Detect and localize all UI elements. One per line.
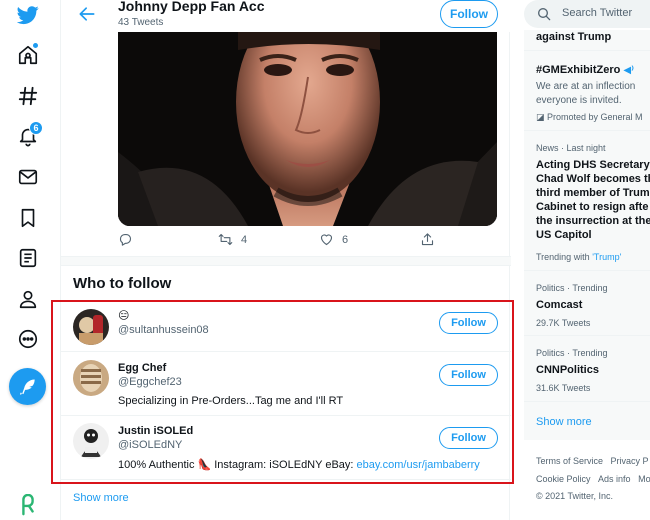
trending-with-label: Trending with <box>536 252 593 262</box>
cookie-link[interactable]: Cookie Policy <box>536 474 591 484</box>
trend-meta: Politics · Trending <box>536 283 608 293</box>
follow-suggestion[interactable]: 😑 @sultanhussein08 Follow <box>61 302 511 352</box>
trend-count: 29.7K Tweets <box>536 318 591 328</box>
promo-desc-line: We are at an inflection <box>536 81 636 92</box>
news-headline-line[interactable]: US Capitol <box>536 228 592 242</box>
avatar[interactable] <box>73 423 109 459</box>
trend-meta: Politics · Trending <box>536 348 608 358</box>
promoted-by: Promoted by General M <box>547 112 643 122</box>
divider <box>524 130 650 131</box>
news-headline-line[interactable]: Chad Wolf becomes th <box>536 172 650 186</box>
trend-tail[interactable]: against Trump <box>536 30 611 44</box>
account-avatar-icon[interactable] <box>13 490 43 520</box>
speaker-icon: ◀︎⁾ <box>623 65 634 76</box>
copyright: © 2021 Twitter, Inc. <box>536 491 614 501</box>
left-nav: 6 <box>0 0 56 520</box>
promoted-label: ◪ Promoted by General M <box>536 112 643 123</box>
trends-panel: against Trump #GMExhibitZero ◀︎⁾ We are … <box>524 30 650 440</box>
suggestion-name[interactable]: Justin iSOLEd <box>118 425 193 437</box>
header-follow-button[interactable]: Follow <box>440 0 498 28</box>
bookmarks-icon[interactable] <box>13 203 43 233</box>
divider <box>524 401 650 402</box>
promoted-trend[interactable]: #GMExhibitZero ◀︎⁾ <box>536 63 634 78</box>
notification-badge: 6 <box>29 121 43 135</box>
privacy-link[interactable]: Privacy P <box>611 456 649 466</box>
news-headline-line[interactable]: Cabinet to resign afte <box>536 200 648 214</box>
profile-name: Johnny Depp Fan Acc <box>118 0 265 14</box>
suggestion-handle: @iSOLEdNY <box>118 439 183 451</box>
footer-line: Terms of Service Privacy P <box>536 456 649 466</box>
retweet-count: 4 <box>241 233 248 246</box>
trends-show-more[interactable]: Show more <box>536 416 592 428</box>
divider <box>524 270 650 271</box>
suggestion-bio: Specializing in Pre-Orders...Tag me and … <box>118 395 344 407</box>
bio-link[interactable]: ebay.com/usr/jambaberry <box>357 459 480 471</box>
compose-tweet-button[interactable] <box>9 368 46 405</box>
trending-with: Trending with 'Trump' <box>536 252 621 262</box>
news-headline-line[interactable]: Acting DHS Secretary <box>536 158 650 172</box>
trending-with-link[interactable]: 'Trump' <box>592 252 621 262</box>
right-sidebar: against Trump #GMExhibitZero ◀︎⁾ We are … <box>524 0 650 520</box>
avatar[interactable] <box>73 309 109 345</box>
ads-info-link[interactable]: Ads info <box>598 474 631 484</box>
tweet-actions: 4 6 <box>61 232 511 252</box>
feather-icon <box>19 379 35 395</box>
share-button[interactable] <box>420 232 435 247</box>
notifications-icon[interactable]: 6 <box>13 121 43 151</box>
who-to-follow-show-more[interactable]: Show more <box>73 492 129 504</box>
main-column: Johnny Depp Fan Acc 43 Tweets Follow 4 6… <box>60 0 511 520</box>
heart-icon <box>320 234 333 246</box>
follow-suggestion[interactable]: Egg Chef @Eggchef23 Specializing in Pre-… <box>61 352 511 416</box>
search-icon <box>538 8 551 21</box>
home-icon[interactable] <box>13 40 43 70</box>
back-arrow-icon[interactable] <box>77 4 97 24</box>
lists-icon[interactable] <box>13 243 43 273</box>
section-divider <box>61 256 511 266</box>
retweet-button[interactable]: 4 <box>218 232 247 247</box>
suggestion-handle: @sultanhussein08 <box>118 324 209 336</box>
suggestion-name[interactable]: 😑 <box>118 309 129 322</box>
avatar[interactable] <box>73 360 109 396</box>
explore-icon[interactable] <box>13 81 43 111</box>
divider <box>524 335 650 336</box>
reply-icon <box>119 233 132 246</box>
twitter-logo-icon[interactable] <box>13 0 43 30</box>
trend-count: 31.6K Tweets <box>536 383 591 393</box>
news-meta: News · Last night <box>536 143 606 153</box>
promoted-icon: ◪ <box>536 112 548 122</box>
search-input[interactable]: Search Twitter <box>562 7 632 19</box>
suggestion-handle: @Eggchef23 <box>118 376 182 388</box>
follow-button[interactable]: Follow <box>439 427 498 449</box>
home-unread-dot <box>32 42 39 49</box>
follow-suggestion[interactable]: Justin iSOLEd @iSOLEdNY 100% Authentic 👠… <box>61 416 511 480</box>
suggestion-name[interactable]: Egg Chef <box>118 362 166 374</box>
more-link[interactable]: More <box>638 474 650 484</box>
terms-link[interactable]: Terms of Service <box>536 456 603 466</box>
follow-button[interactable]: Follow <box>439 312 498 334</box>
suggestion-bio: 100% Authentic 👠 Instagram: iSOLEdNY eBa… <box>118 458 480 471</box>
trend-name[interactable]: Comcast <box>536 298 582 312</box>
suggestion-bio-text: 100% Authentic 👠 Instagram: iSOLEdNY eBa… <box>118 459 357 471</box>
like-button[interactable]: 6 <box>319 232 348 247</box>
promo-desc-line: everyone is invited. <box>536 95 622 106</box>
who-to-follow-title: Who to follow <box>73 275 172 292</box>
tweet-photo[interactable] <box>118 32 497 226</box>
divider <box>524 50 650 51</box>
tweet-count: 43 Tweets <box>118 17 164 28</box>
promoted-hashtag: #GMExhibitZero <box>536 64 621 76</box>
footer-line: Cookie Policy Ads info More <box>536 474 650 484</box>
reply-button[interactable] <box>118 232 133 247</box>
retweet-icon <box>218 233 233 246</box>
news-headline-line[interactable]: the insurrection at the <box>536 214 650 228</box>
profile-icon[interactable] <box>13 284 43 314</box>
share-icon <box>421 233 434 246</box>
news-headline-line[interactable]: third member of Trum <box>536 186 650 200</box>
messages-icon[interactable] <box>13 162 43 192</box>
follow-button[interactable]: Follow <box>439 364 498 386</box>
trend-name[interactable]: CNNPolitics <box>536 363 599 377</box>
profile-header: Johnny Depp Fan Acc 43 Tweets Follow <box>61 0 511 32</box>
more-icon[interactable] <box>13 324 43 354</box>
like-count: 6 <box>342 233 349 246</box>
search-box[interactable]: Search Twitter <box>524 0 650 28</box>
